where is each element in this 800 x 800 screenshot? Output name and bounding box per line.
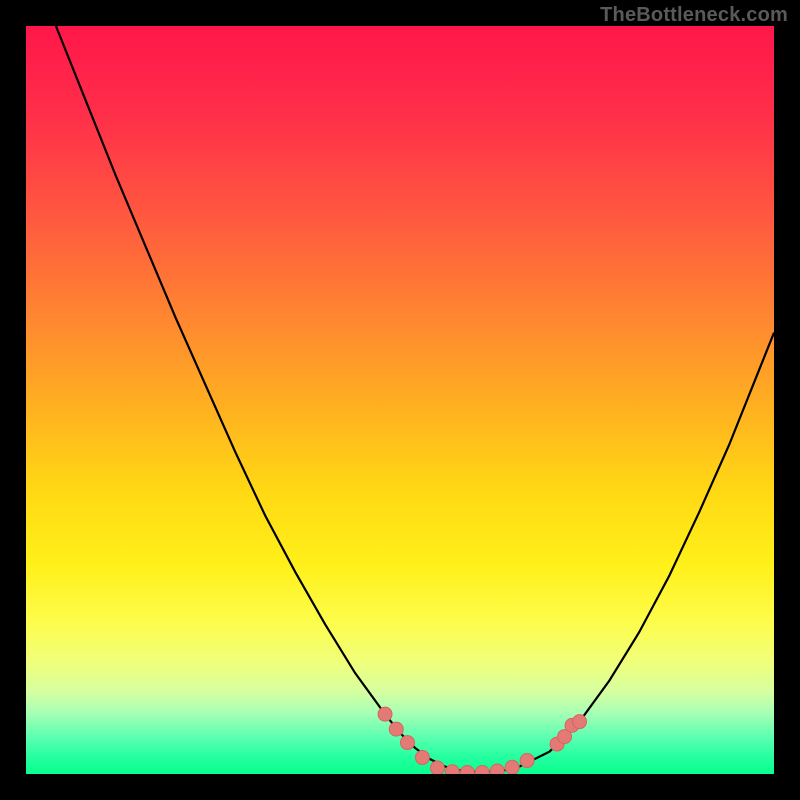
bottleneck-curve	[56, 26, 774, 772]
data-marker	[460, 766, 474, 775]
watermark-label: TheBottleneck.com	[600, 4, 788, 27]
data-marker	[573, 715, 587, 729]
data-marker	[490, 764, 504, 774]
data-marker	[400, 736, 414, 750]
data-marker	[520, 754, 534, 768]
marker-cluster	[378, 707, 586, 774]
data-marker	[445, 765, 459, 774]
data-marker	[378, 707, 392, 721]
data-marker	[430, 761, 444, 774]
data-marker	[505, 760, 519, 774]
chart-svg	[26, 26, 774, 774]
plot-area	[26, 26, 774, 774]
data-marker	[475, 766, 489, 775]
data-marker	[389, 722, 403, 736]
data-marker	[415, 751, 429, 765]
